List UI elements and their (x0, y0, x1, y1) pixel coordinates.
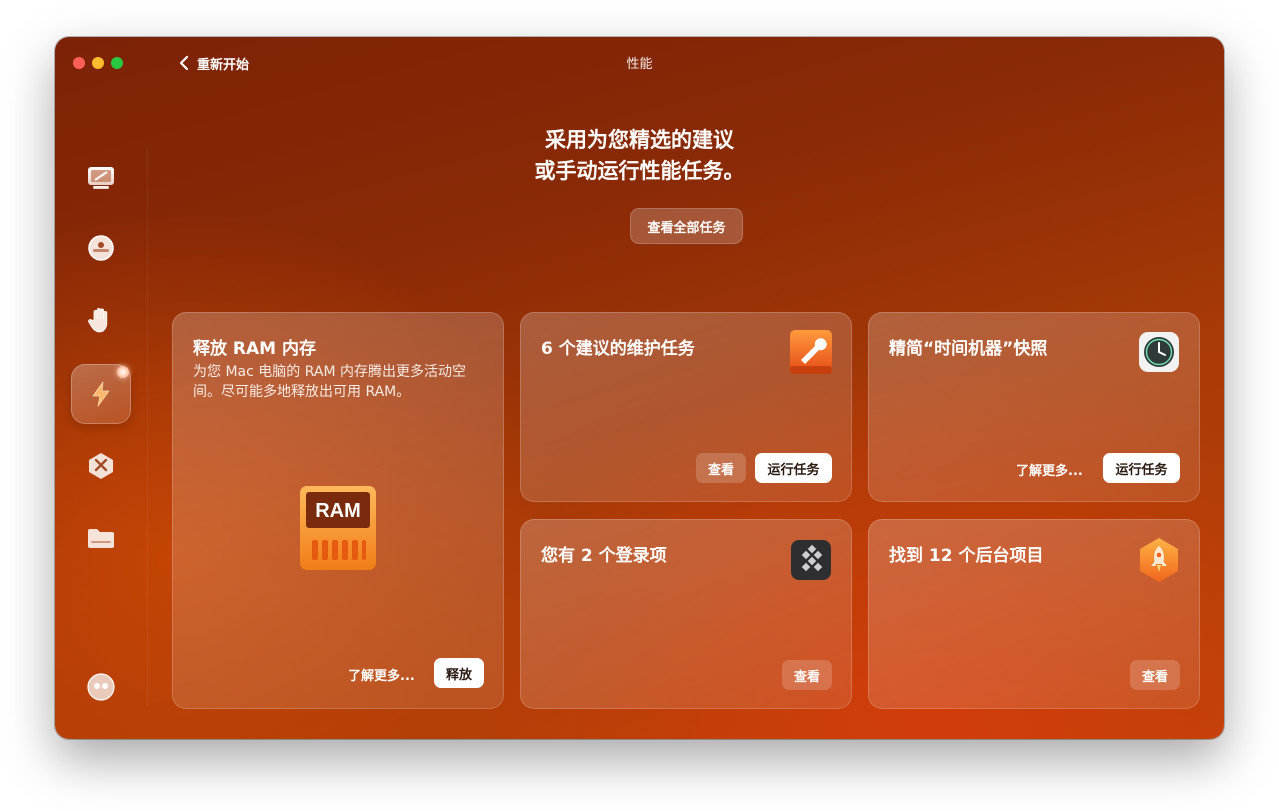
page-headline: 采用为您精选的建议 或手动运行性能任务。 (55, 125, 1224, 187)
card-maintenance-tasks: 6 个建议的维护任务 查看 运行任务 (520, 312, 852, 502)
lightning-icon (92, 381, 110, 407)
ram-chip-icon: RAM (300, 486, 376, 570)
ram-icon-label: RAM (315, 500, 361, 522)
active-indicator (117, 366, 129, 378)
view-all-tasks-button[interactable]: 查看全部任务 (630, 208, 743, 244)
time-machine-icon (1139, 332, 1179, 372)
view-login-items-button[interactable]: 查看 (782, 660, 832, 690)
login-items-icon (791, 540, 831, 580)
learn-more-link[interactable]: 了解更多... (348, 665, 415, 684)
free-ram-button[interactable]: 释放 (434, 658, 484, 688)
card-free-ram: 释放 RAM 内存 为您 Mac 电脑的 RAM 内存腾出更多活动空间。尽可能多… (172, 312, 504, 709)
shield-disc-icon (88, 235, 114, 261)
card-title: 找到 12 个后台项目 (889, 546, 1044, 566)
tools-icon (89, 453, 113, 479)
card-time-machine: 精简“时间机器”快照 了解更多... 运行任务 (868, 312, 1200, 502)
card-title: 6 个建议的维护任务 (541, 339, 695, 359)
card-title: 您有 2 个登录项 (541, 546, 667, 566)
window-title: 性能 (626, 57, 653, 72)
headline-line-1: 采用为您精选的建议 (545, 128, 734, 152)
rocket-icon (1140, 538, 1178, 582)
app-window: 重新开始 性能 采用为您精选的建议 或手动运行性能任务。 查看全部任务 释放 R… (55, 37, 1224, 739)
sidebar-item-files[interactable] (71, 508, 131, 568)
card-login-items: 您有 2 个登录项 查看 (520, 519, 852, 709)
learn-more-link[interactable]: 了解更多... (1016, 460, 1083, 479)
view-background-items-button[interactable]: 查看 (1130, 660, 1180, 690)
sidebar-divider (147, 147, 148, 707)
sidebar-item-applications[interactable] (71, 436, 131, 496)
view-maintenance-button[interactable]: 查看 (696, 453, 746, 483)
sidebar-item-performance[interactable] (71, 364, 131, 424)
sidebar-assistant[interactable] (71, 657, 131, 717)
card-background-items: 找到 12 个后台项目 查看 (868, 519, 1200, 709)
card-title: 释放 RAM 内存 (193, 339, 317, 359)
run-time-machine-button[interactable]: 运行任务 (1103, 453, 1180, 483)
run-maintenance-button[interactable]: 运行任务 (755, 453, 832, 483)
hand-icon (88, 308, 108, 333)
sidebar-item-protection[interactable] (71, 218, 131, 278)
sidebar-item-privacy[interactable] (71, 290, 131, 350)
card-title: 精简“时间机器”快照 (889, 339, 1048, 359)
card-description: 为您 Mac 电脑的 RAM 内存腾出更多活动空间。尽可能多地释放出可用 RAM… (193, 364, 466, 400)
headline-line-2: 或手动运行性能任务。 (534, 159, 745, 183)
folder-icon (88, 529, 114, 548)
assistant-icon (87, 673, 115, 701)
wrench-disk-icon (790, 330, 832, 374)
